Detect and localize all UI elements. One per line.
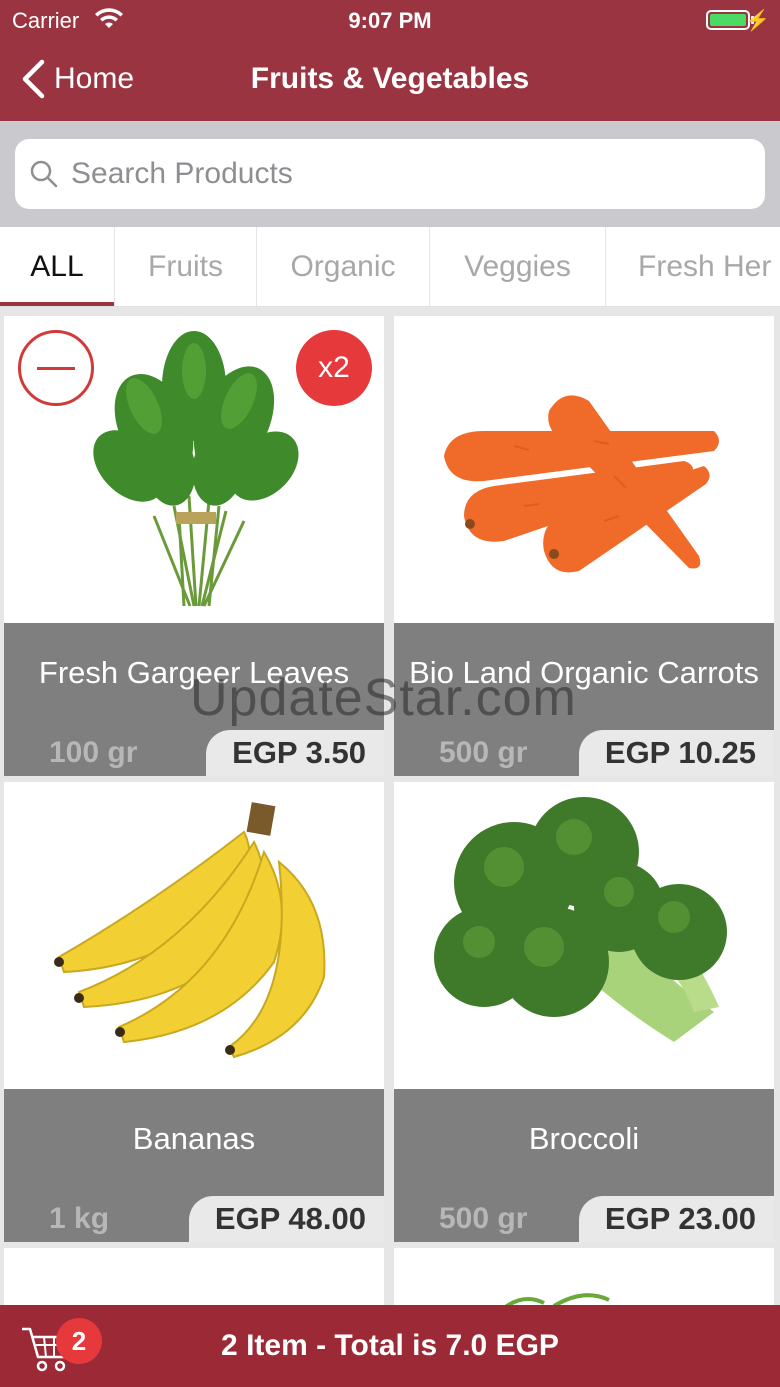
tab-veggies[interactable]: Veggies [430, 227, 606, 306]
product-info-panel: Broccoli 500 gr EGP 23.00 [394, 1089, 774, 1242]
product-weight: 100 gr [49, 736, 138, 769]
tab-all[interactable]: ALL [0, 227, 115, 306]
product-card[interactable]: Bio Land Organic Carrots 500 gr EGP 10.2… [394, 316, 774, 776]
cart-total-summary: 2 Item - Total is 7.0 EGP [221, 1329, 559, 1362]
product-card[interactable] [394, 1248, 774, 1310]
tab-organic[interactable]: Organic [257, 227, 430, 306]
tab-fresh-herbs[interactable]: Fresh Her [606, 227, 780, 306]
minus-icon [37, 366, 75, 370]
charging-icon: ⚡ [745, 10, 770, 32]
product-price: EGP 3.50 [206, 730, 384, 776]
navigation-bar: Home Fruits & Vegetables [0, 40, 780, 121]
product-card[interactable]: Broccoli 500 gr EGP 23.00 [394, 782, 774, 1242]
product-price: EGP 10.25 [578, 730, 774, 776]
product-image-partial [502, 1293, 610, 1310]
cart-summary-bar[interactable]: 2 2 Item - Total is 7.0 EGP [0, 1305, 780, 1387]
search-icon [30, 160, 58, 188]
quantity-badge: x2 [296, 330, 372, 406]
product-info-panel: Bio Land Organic Carrots 500 gr EGP 10.2… [394, 623, 774, 776]
product-price: EGP 48.00 [188, 1196, 384, 1242]
broccoli-image [394, 782, 774, 1089]
app-screen: Carrier 9:07 PM ⚡ Home Fruits & Vegetabl… [0, 0, 780, 1387]
search-placeholder: Search Products [71, 157, 293, 190]
product-name: Bio Land Organic Carrots [409, 655, 759, 690]
status-bar: Carrier 9:07 PM ⚡ [0, 0, 780, 40]
product-card[interactable] [4, 1248, 384, 1308]
search-input[interactable]: Search Products [15, 139, 765, 209]
product-name: Fresh Gargeer Leaves [38, 655, 350, 690]
product-info-panel: Bananas 1 kg EGP 48.00 [4, 1089, 384, 1242]
clock: 9:07 PM [348, 8, 432, 33]
product-name: Broccoli [528, 1121, 640, 1156]
product-grid: x2 Fresh Gargeer Leaves 100 gr EGP 3.50 [0, 307, 780, 1310]
product-info-panel: Fresh Gargeer Leaves 100 gr EGP 3.50 [4, 623, 384, 776]
top-bar: Carrier 9:07 PM ⚡ Home Fruits & Vegetabl… [0, 0, 780, 121]
decrease-quantity-button[interactable] [18, 330, 94, 406]
product-price: EGP 23.00 [578, 1196, 774, 1242]
product-card[interactable]: x2 Fresh Gargeer Leaves 100 gr EGP 3.50 [4, 316, 384, 776]
product-name: Bananas [132, 1121, 256, 1156]
tab-fruits[interactable]: Fruits [115, 227, 257, 306]
search-bar-container: Search Products [0, 121, 780, 227]
page-title: Fruits & Vegetables [250, 62, 530, 95]
bananas-image [4, 782, 384, 1089]
carrots-image [394, 316, 774, 623]
product-card[interactable]: Bananas 1 kg EGP 48.00 [4, 782, 384, 1242]
battery-icon [706, 10, 750, 30]
product-weight: 1 kg [49, 1202, 110, 1235]
product-weight: 500 gr [439, 736, 528, 769]
product-weight: 500 gr [439, 1202, 528, 1235]
category-tabs: ALL Fruits Organic Veggies Fresh Her [0, 227, 780, 307]
